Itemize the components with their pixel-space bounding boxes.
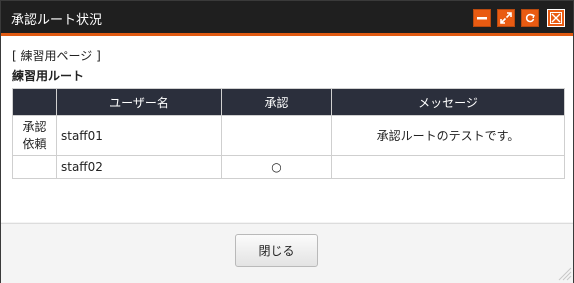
close-button[interactable]: 閉じる xyxy=(235,234,318,267)
minimize-button[interactable] xyxy=(473,9,491,27)
minimize-icon xyxy=(477,17,487,20)
dialog-content: [ 練習用ページ ] 練習用ルート ユーザー名 承認 メッセージ 承認依頼 st… xyxy=(1,36,573,222)
cell-approval: ○ xyxy=(221,155,332,179)
approval-route-dialog: 承認ルート状況 [ 練習用ページ ] 練習用ルート ユーザー名 承認 メッセージ… xyxy=(0,0,574,283)
table-row: staff02 ○ xyxy=(12,155,565,179)
refresh-button[interactable] xyxy=(521,9,539,27)
approval-route-table: ユーザー名 承認 メッセージ 承認依頼 staff01 承認ルートのテストです。… xyxy=(12,88,565,179)
column-header-message: メッセージ xyxy=(331,88,565,116)
table-row: 承認依頼 staff01 承認ルートのテストです。 xyxy=(12,115,565,156)
cell-message xyxy=(331,155,565,179)
column-header-username: ユーザー名 xyxy=(56,88,222,116)
cell-approval xyxy=(221,115,332,156)
page-label: [ 練習用ページ ] xyxy=(12,49,101,63)
cell-message: 承認ルートのテストです。 xyxy=(331,115,565,156)
column-header-type xyxy=(12,88,57,116)
title-bar[interactable]: 承認ルート状況 xyxy=(1,1,573,36)
close-icon xyxy=(550,12,562,24)
cell-user: staff02 xyxy=(56,155,222,179)
dialog-title: 承認ルート状況 xyxy=(11,13,103,28)
resize-grip-icon[interactable] xyxy=(554,263,572,281)
column-header-approval: 承認 xyxy=(221,88,332,116)
cell-type xyxy=(12,155,57,179)
table-header-row: ユーザー名 承認 メッセージ xyxy=(12,88,565,116)
cell-user: staff01 xyxy=(56,115,222,156)
route-label: 練習用ルート xyxy=(12,69,85,83)
dialog-footer: 閉じる xyxy=(1,223,573,283)
maximize-button[interactable] xyxy=(497,9,515,27)
refresh-icon xyxy=(525,13,535,23)
maximize-icon xyxy=(500,12,512,24)
cell-type: 承認依頼 xyxy=(12,115,57,156)
close-window-button[interactable] xyxy=(547,9,565,27)
